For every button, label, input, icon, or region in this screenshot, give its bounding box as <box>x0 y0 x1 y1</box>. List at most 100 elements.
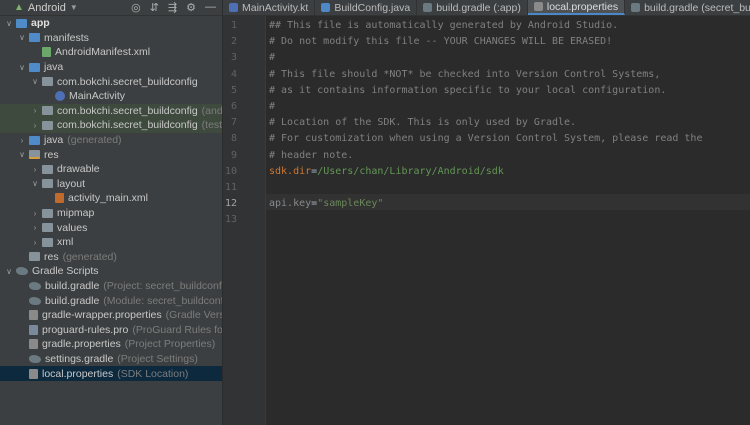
code-line[interactable]: # <box>269 50 275 66</box>
code-token: # This file should *NOT* be checked into… <box>269 68 661 80</box>
tree-item[interactable]: activity_main.xml <box>0 191 222 206</box>
chevron-right-icon[interactable]: › <box>30 165 40 174</box>
tree-item[interactable]: › java (generated) <box>0 133 222 148</box>
code-line[interactable]: # header note. <box>269 148 353 164</box>
folder-icon <box>42 223 53 233</box>
code-token: # Do not modify this file -- YOUR CHANGE… <box>269 36 613 48</box>
line-number: 3 <box>230 52 237 64</box>
code-line[interactable]: # For customization when using a Version… <box>269 131 702 147</box>
kt-icon <box>55 91 65 102</box>
file-type-icon <box>631 3 641 12</box>
gear-icon[interactable]: ⚙ <box>186 1 196 14</box>
tree-item[interactable]: ∨ res <box>0 147 222 162</box>
tree-item[interactable]: build.gradle (Project: secret_buildconfig… <box>0 279 222 294</box>
chevron-down-icon[interactable]: ∨ <box>17 33 27 42</box>
line-number: 5 <box>230 84 237 96</box>
tree-item-label: com.bokchi.secret_buildconfig <box>57 119 198 132</box>
chevron-down-icon: ▼ <box>69 3 78 12</box>
chevron-right-icon[interactable]: › <box>17 136 27 145</box>
tree-item-label: app <box>31 17 50 30</box>
tree-item[interactable]: › drawable <box>0 162 222 177</box>
tree-item[interactable]: › com.bokchi.secret_buildconfig(andro <box>0 103 222 119</box>
code-token: /Users/chan/Library/Android/sdk <box>317 165 504 177</box>
tree-item[interactable]: MainActivity <box>0 89 222 104</box>
tree-item-label: manifests <box>44 31 89 44</box>
code-line[interactable]: sdk.dir=/Users/chan/Library/Android/sdk <box>269 164 504 180</box>
editor-tab[interactable]: local.properties <box>527 0 626 15</box>
tree-item-label: com.bokchi.secret_buildconfig <box>57 104 198 117</box>
line-number: 1 <box>230 20 237 31</box>
tree-item[interactable]: ∨ manifests <box>0 31 222 46</box>
tree-item-hint: (Project Settings) <box>117 352 198 365</box>
tree-item[interactable]: ∨ java <box>0 60 222 75</box>
tree-item[interactable]: res (generated) <box>0 250 222 265</box>
chevron-right-icon[interactable]: › <box>30 121 40 130</box>
chevron-right-icon[interactable]: › <box>30 209 40 218</box>
tree-item[interactable]: gradle.properties (Project Properties) <box>0 337 222 352</box>
chevron-right-icon[interactable]: › <box>30 238 40 247</box>
tree-item[interactable]: local.properties (SDK Location) <box>0 366 222 381</box>
code-line[interactable]: # This file should *NOT* be checked into… <box>269 67 660 83</box>
tree-item-hint: (ProGuard Rules for s <box>132 323 223 336</box>
tree-item[interactable]: › com.bokchi.secret_buildconfig(test) <box>0 118 222 133</box>
tree-item-label: build.gradle <box>45 294 100 307</box>
collapse-all-icon[interactable]: ⇶ <box>168 1 177 14</box>
line-number: 4 <box>230 68 237 80</box>
tree-item-label: res <box>44 148 59 161</box>
tree-item[interactable]: settings.gradle (Project Settings) <box>0 352 222 367</box>
tree-item[interactable]: ∨ layout <box>0 177 222 192</box>
props-icon <box>29 339 38 350</box>
code-line[interactable]: # Location of the SDK. This is only used… <box>269 115 576 131</box>
tree-item-label: local.properties <box>42 367 114 380</box>
code-line[interactable]: # as it contains information specific to… <box>269 83 666 99</box>
tree-item[interactable]: › values <box>0 220 222 235</box>
code-line[interactable]: ## This file is automatically generated … <box>269 18 618 34</box>
tree-item[interactable]: gradle-wrapper.properties (Gradle Versi <box>0 308 222 323</box>
tree-item[interactable]: › xml <box>0 235 222 250</box>
line-number: 7 <box>230 117 237 129</box>
tree-item-label: res <box>44 250 59 263</box>
tree-item[interactable]: › mipmap <box>0 206 222 221</box>
line-number: 9 <box>230 149 237 161</box>
chevron-down-icon[interactable]: ∨ <box>4 19 14 28</box>
tree-item-label: activity_main.xml <box>68 192 148 205</box>
line-number: 13 <box>224 214 237 226</box>
line-number: 2 <box>230 36 237 48</box>
project-view-selector[interactable]: ▲ Android ▼ <box>14 2 78 14</box>
editor-tab[interactable]: build.gradle (:app) <box>417 0 528 15</box>
chevron-down-icon[interactable]: ∨ <box>30 179 40 188</box>
android-icon: ▲ <box>14 2 24 13</box>
tree-item[interactable]: proguard-rules.pro(ProGuard Rules for s <box>0 322 222 337</box>
editor-tab-label: build.gradle (secret_buildconfig) <box>644 1 750 14</box>
chevron-right-icon[interactable]: › <box>30 106 40 115</box>
chevron-down-icon[interactable]: ∨ <box>30 77 40 86</box>
code-editor[interactable]: 1 2 3 4 5 6 7 8 9 10 11 12 13 ## This file is automa… <box>223 16 750 425</box>
folder-icon <box>42 164 53 174</box>
tree-item-hint: (SDK Location) <box>117 367 189 380</box>
code-line[interactable]: # <box>269 99 275 115</box>
chevron-down-icon[interactable]: ∨ <box>17 63 27 72</box>
hide-panel-icon[interactable]: — <box>205 1 216 14</box>
select-opened-file-icon[interactable]: ◎ <box>131 1 141 14</box>
tree-item[interactable]: ∨ com.bokchi.secret_buildconfig <box>0 74 222 89</box>
tree-item-label: java <box>44 61 64 74</box>
code-line[interactable]: # Do not modify this file -- YOUR CHANGE… <box>269 34 612 50</box>
expand-all-icon[interactable]: ⇵ <box>150 1 159 14</box>
editor-tab[interactable]: build.gradle (secret_buildconfig) <box>625 0 750 15</box>
chevron-down-icon[interactable]: ∨ <box>4 267 14 276</box>
editor-tab[interactable]: BuildConfig.java <box>315 0 418 15</box>
tree-item[interactable]: ∨ Gradle Scripts <box>0 264 222 279</box>
project-tree: ∨ app ∨ manifests AndroidManifest.xml ∨ java ∨ c… <box>0 16 222 381</box>
editor-tab[interactable]: MainActivity.kt <box>223 0 316 15</box>
chevron-right-icon[interactable]: › <box>30 223 40 232</box>
tree-item[interactable]: ∨ app <box>0 16 222 31</box>
project-view-label: Android <box>27 1 66 14</box>
folder-blue-icon <box>29 33 40 43</box>
code-line[interactable]: api.key="sampleKey" <box>269 196 383 212</box>
tree-item[interactable]: AndroidManifest.xml <box>0 45 222 60</box>
code-token: api.key <box>269 198 312 210</box>
tree-item[interactable]: build.gradle (Module: secret_buildconfig <box>0 293 222 308</box>
props-icon <box>29 368 38 379</box>
chevron-down-icon[interactable]: ∨ <box>17 150 27 159</box>
file-type-icon <box>533 2 543 11</box>
